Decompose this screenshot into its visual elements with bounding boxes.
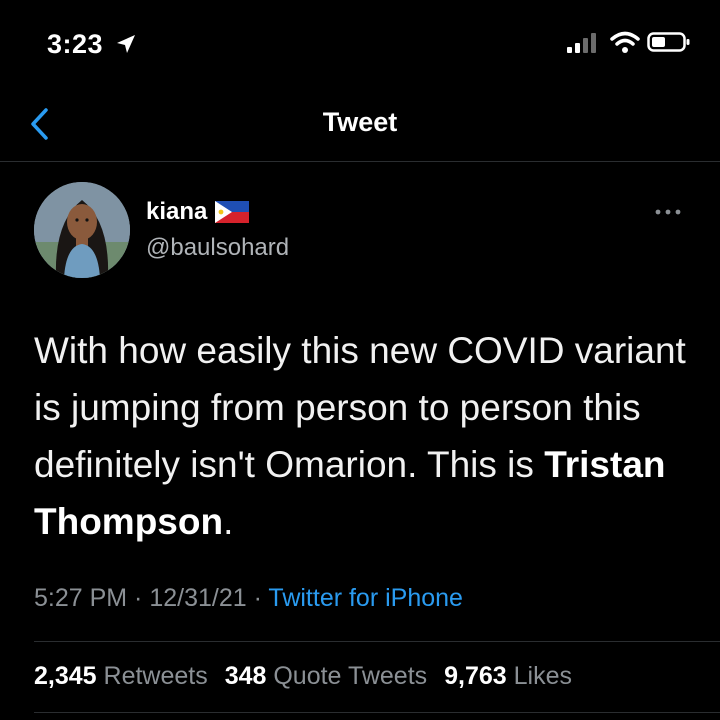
divider <box>34 641 720 642</box>
likes-stat[interactable]: 9,763 Likes <box>444 662 572 690</box>
likes-label: Likes <box>513 662 572 690</box>
quote-tweets-label: Quote Tweets <box>273 662 428 690</box>
avatar[interactable] <box>34 182 130 278</box>
meta-separator: · <box>246 584 269 612</box>
status-time: 3:23 <box>47 29 104 59</box>
retweets-label: Retweets <box>103 662 208 690</box>
tweet-date: 12/31/21 <box>149 584 247 612</box>
cellular-signal-icon <box>567 33 596 53</box>
author-handle[interactable]: @baulsohard <box>146 234 289 262</box>
author-name-text: kiana <box>146 198 208 225</box>
meta-separator: · <box>127 584 150 612</box>
location-arrow-icon <box>117 35 135 53</box>
tweet-time: 5:27 PM <box>34 584 128 612</box>
wifi-icon <box>610 31 640 53</box>
tweet-source-link[interactable]: Twitter for iPhone <box>268 584 463 612</box>
tweet-stats: 2,345 Retweets 348 Quote Tweets 9,763 Li… <box>34 662 582 691</box>
quote-tweets-stat[interactable]: 348 Quote Tweets <box>225 662 427 690</box>
quote-tweets-count: 348 <box>224 662 267 690</box>
likes-count: 9,763 <box>444 662 507 690</box>
status-bar: 3:23 <box>0 0 720 90</box>
divider <box>34 712 720 713</box>
page-title: Tweet <box>322 107 398 137</box>
more-options-icon[interactable] <box>652 202 684 222</box>
author-name[interactable]: kiana <box>146 198 250 226</box>
retweets-count: 2,345 <box>34 662 97 690</box>
tweet-text-end: . <box>223 501 234 542</box>
retweets-stat[interactable]: 2,345 Retweets <box>34 662 208 690</box>
tweet-meta: 5:27 PM · 12/31/21 · Twitter for iPhone <box>34 584 463 613</box>
battery-icon <box>647 32 690 52</box>
avatar-illustration <box>34 182 130 278</box>
philippines-flag-icon <box>215 201 250 223</box>
navigation-bar: Tweet <box>0 90 720 162</box>
tweet-text: With how easily this new COVID variant i… <box>34 322 694 550</box>
